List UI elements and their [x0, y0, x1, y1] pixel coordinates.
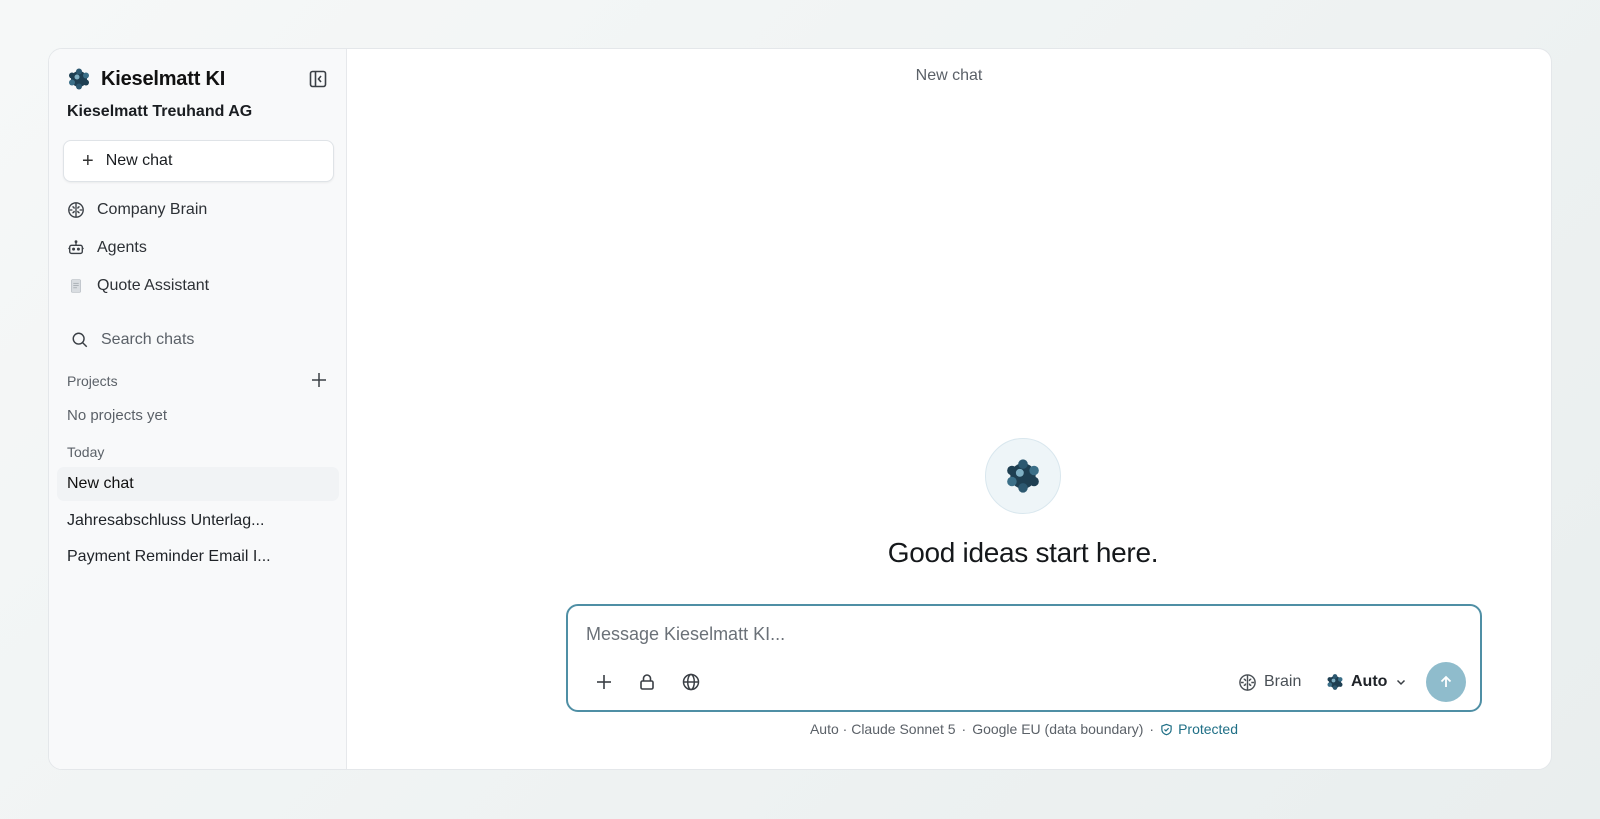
nav-label: Quote Assistant: [97, 277, 210, 294]
arrow-up-icon: [1440, 675, 1452, 687]
hero-heading: Good ideas start here.: [887, 537, 1159, 568]
web-search-button[interactable]: [679, 670, 703, 694]
nav-label: Agents: [97, 239, 147, 256]
data-region: Google EU (data boundary): [972, 721, 1144, 737]
model-info: Auto · Claude Sonnet 5: [809, 721, 956, 737]
logo-icon: [69, 68, 89, 90]
logo-icon: [1007, 459, 1039, 493]
attach-button[interactable]: [592, 670, 616, 694]
separator: ·: [961, 721, 967, 737]
projects-heading: Projects: [67, 373, 118, 389]
plus-icon: [597, 675, 611, 689]
nav-label: Company Brain: [97, 201, 208, 218]
robot-icon: [68, 240, 84, 255]
collapse-sidebar-icon[interactable]: [308, 69, 328, 89]
globe-icon: [682, 673, 700, 691]
brain-label: Brain: [1264, 673, 1302, 690]
lock-icon: [640, 674, 654, 690]
brand-header: Kieselmatt KI: [67, 64, 328, 94]
protected-label: Protected: [1178, 721, 1239, 737]
chat-history-label: New chat: [67, 475, 134, 492]
app-window: Kieselmatt KI Kieselmatt Treuhand AG + N…: [48, 48, 1552, 770]
chat-history-item[interactable]: Jahresabschluss Unterlag...: [57, 504, 339, 538]
message-composer: Brain Auto: [566, 604, 1482, 712]
chat-history-label: Payment Reminder Email I...: [67, 548, 271, 565]
plus-icon: +: [82, 150, 94, 172]
today-heading: Today: [67, 444, 105, 460]
sidebar: Kieselmatt KI Kieselmatt Treuhand AG + N…: [49, 49, 347, 769]
protected-badge: Protected: [1160, 721, 1238, 737]
nav-quote-assistant[interactable]: Quote Assistant: [67, 271, 209, 301]
nav-agents[interactable]: Agents: [67, 233, 147, 263]
chat-history-item[interactable]: Payment Reminder Email I...: [57, 540, 339, 574]
private-mode-button[interactable]: [635, 670, 659, 694]
logo-icon: [1327, 674, 1343, 690]
model-selector[interactable]: Auto: [1326, 670, 1407, 694]
hero-logo: [985, 438, 1061, 514]
model-info-footer: Auto · Claude Sonnet 5 · Google EU (data…: [566, 721, 1482, 737]
message-input[interactable]: [586, 620, 1446, 648]
chat-history-label: Jahresabschluss Unterlag...: [67, 512, 265, 529]
shield-check-icon: [1161, 723, 1172, 735]
search-icon: [72, 332, 88, 348]
chat-main: New chat Good ideas start here. Message …: [347, 49, 1551, 769]
chat-history-item[interactable]: New chat: [57, 467, 339, 501]
send-button[interactable]: [1426, 662, 1466, 702]
new-chat-button[interactable]: + New chat: [63, 140, 334, 182]
chevron-down-icon: [1397, 679, 1406, 686]
brain-icon: [68, 202, 84, 218]
new-chat-label: New chat: [105, 152, 173, 169]
nav-company-brain[interactable]: Company Brain: [67, 195, 207, 225]
model-label: Auto: [1351, 673, 1388, 690]
search-chats[interactable]: Search chats: [71, 325, 194, 355]
projects-empty-state: No projects yet: [67, 407, 168, 424]
search-chats-label: Search chats: [101, 331, 195, 348]
add-project-icon[interactable]: [310, 371, 328, 389]
app-title: Kieselmatt KI: [101, 67, 226, 90]
brain-icon: [1239, 673, 1256, 691]
document-icon: [71, 279, 81, 293]
organization-name: Kieselmatt Treuhand AG: [67, 103, 253, 120]
separator: ·: [1149, 721, 1155, 737]
chat-title: New chat: [915, 67, 983, 84]
brain-toggle[interactable]: Brain: [1238, 670, 1301, 694]
